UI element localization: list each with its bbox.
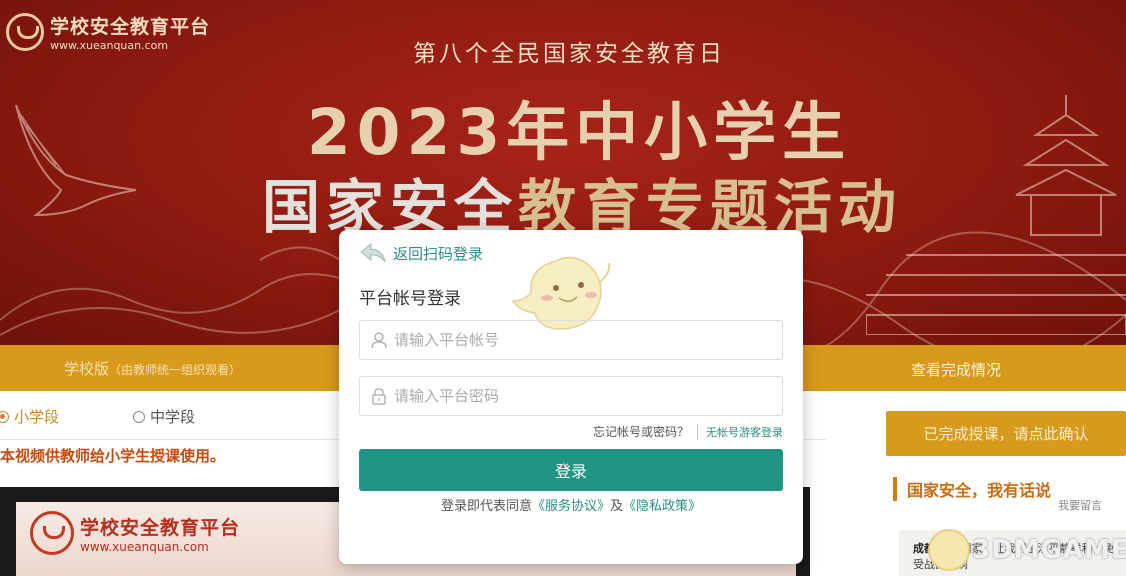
auxiliary-links: 忘记帐号或密码？ 无帐号游客登录 [359,423,783,440]
back-arrow-icon [360,242,386,263]
back-to-qr-login-link[interactable]: 返回扫码登录 [359,242,483,264]
back-link-label: 返回扫码登录 [393,244,484,263]
lock-icon [372,388,386,405]
tab-school-edition[interactable]: 学校版（由教师统一组织观看） [64,358,241,379]
video-notice: 本视频供教师给小学生授课使用。 [0,447,226,465]
service-agreement-link[interactable]: 《服务协议》 [532,499,610,514]
video-logo-icon [30,511,74,555]
account-field[interactable] [359,320,783,360]
watermark-mascot-icon [928,529,970,571]
event-day-title: 第八个全民国家安全教育日 [413,41,725,67]
tab-view-completion[interactable]: 查看完成情况 [911,359,1001,380]
radio-unselected-icon [133,410,145,423]
radio-middle-school[interactable]: 中学段 [133,406,195,427]
tab-school-label: 学校版 [64,360,110,378]
tab-school-note: （由教师统一组织观看） [109,363,242,377]
password-field[interactable] [359,376,783,416]
leave-message-link[interactable]: 我要留言 [1058,497,1102,513]
guest-login-link[interactable]: 无帐号游客登录 [706,424,783,440]
agreement-and: 及 [610,499,624,514]
watermark-text: 3DMGAME [972,535,1126,565]
login-title: 平台帐号登录 [359,289,461,309]
agreement-prefix: 登录即代表同意 [440,499,532,514]
video-logo-name: 学校安全教育平台 [80,516,241,539]
account-input[interactable] [394,331,774,349]
comment-section-heading: 国家安全，我有话说 [893,477,1051,501]
privacy-policy-link[interactable]: 《隐私政策》 [623,499,701,514]
forgot-password-link[interactable]: 忘记帐号或密码？ [593,423,689,440]
video-logo: 学校安全教育平台 www.xueanquan.com [30,511,240,555]
agreement-text: 登录即代表同意《服务协议》及《隐私政策》 [339,495,803,514]
video-logo-url: www.xueanquan.com [80,539,209,554]
confirm-lesson-button[interactable]: 已完成授课，请点此确认 [886,411,1126,456]
radio-primary-label: 小学段 [14,408,60,426]
radio-selected-icon [0,410,9,423]
login-modal: 返回扫码登录 平台帐号登录 忘记帐号或密码？ 无帐号游客登录 登录 登录即代表同… [339,230,803,564]
login-button[interactable]: 登录 [359,449,783,491]
radio-middle-label: 中学段 [150,408,196,426]
radio-primary-school[interactable]: 小学段 [0,406,59,427]
watermark: 3DMGAME [928,529,1126,571]
password-input[interactable] [394,387,774,405]
link-separator [697,423,698,440]
user-icon [371,332,387,349]
